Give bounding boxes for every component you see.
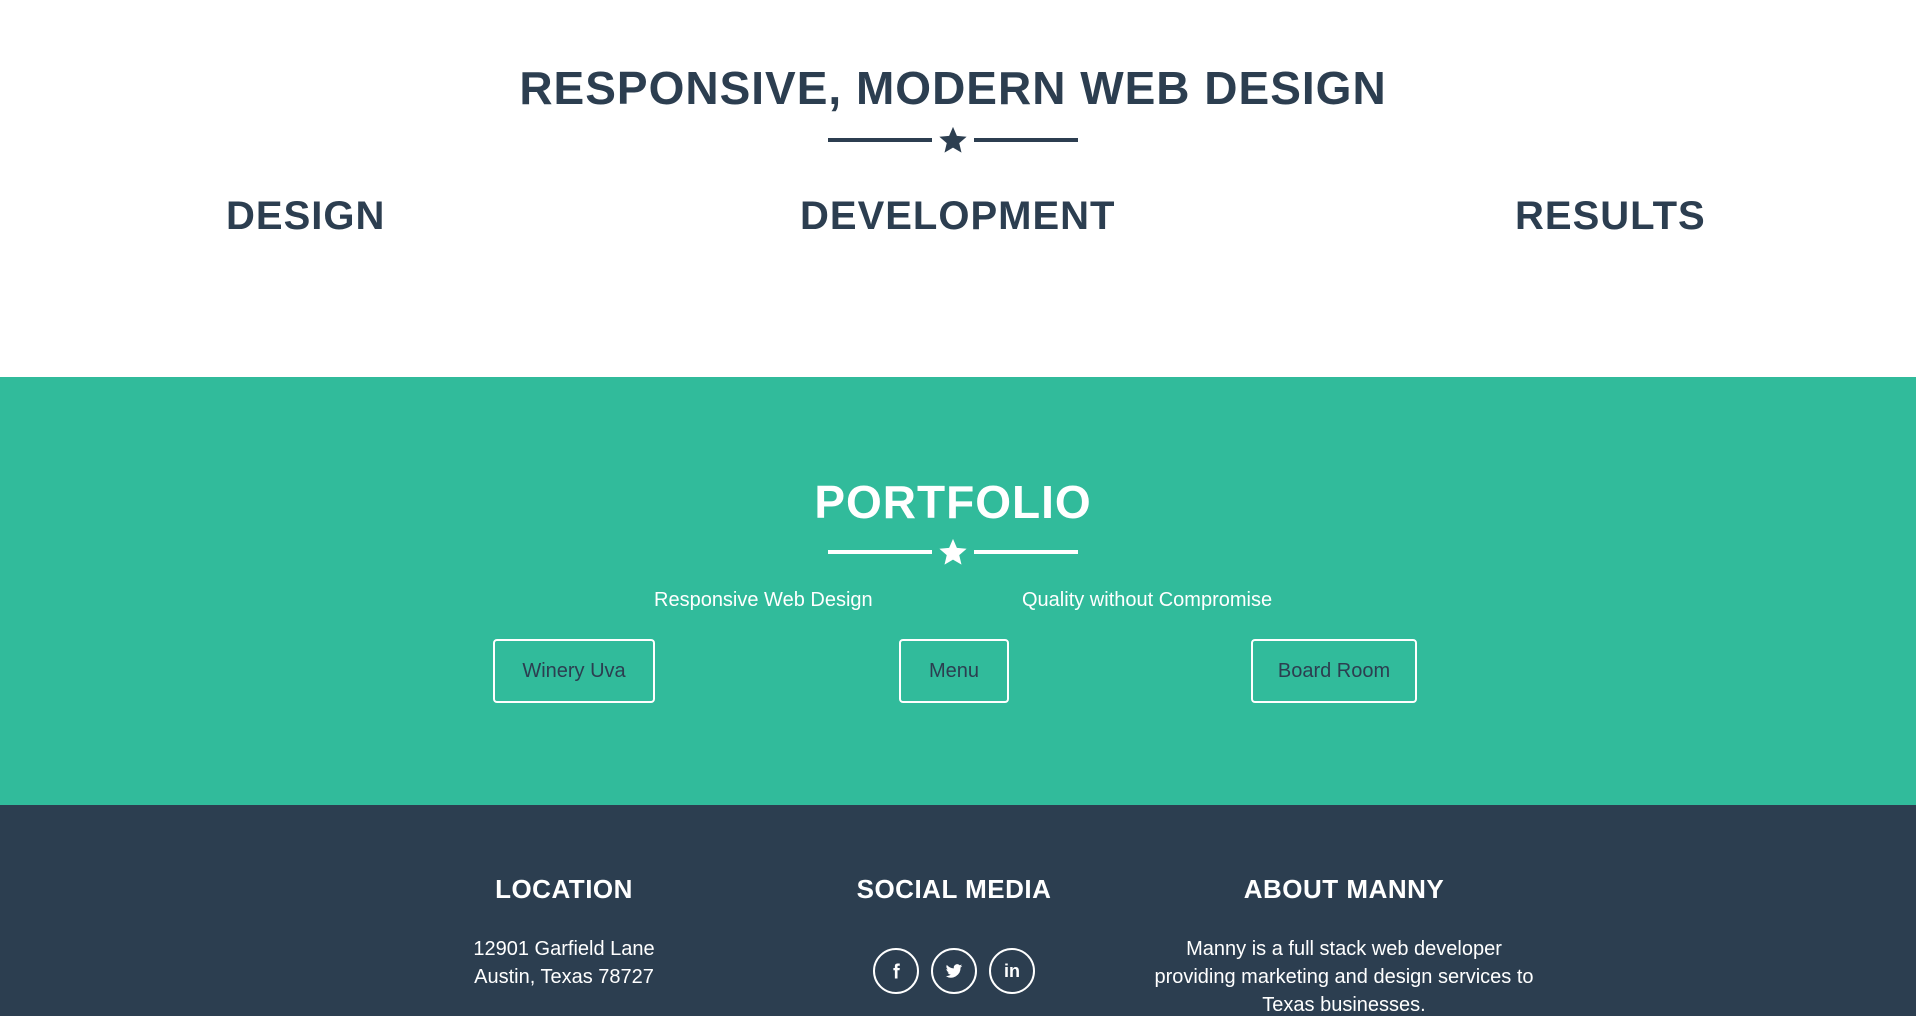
results-heading: RESULTS	[1515, 194, 1706, 238]
about-manny-text: Manny is a full stack web developer prov…	[1154, 938, 1534, 1016]
twitter-link[interactable]	[931, 948, 977, 994]
star-divider	[0, 125, 1906, 155]
divider-line	[974, 550, 1078, 554]
twitter-icon	[945, 964, 963, 978]
address-line-2: Austin, Texas 78727	[474, 966, 654, 988]
divider-line	[828, 138, 932, 142]
about-title: RESPONSIVE, MODERN WEB DESIGN	[519, 62, 1387, 114]
winery-uva-button[interactable]: Winery Uva	[493, 639, 655, 703]
tagline-responsive: Responsive Web Design	[654, 589, 873, 611]
facebook-link[interactable]	[873, 948, 919, 994]
star-divider	[0, 537, 1906, 567]
tagline-quality: Quality without Compromise	[1022, 589, 1273, 611]
about-manny-heading: ABOUT MANNY	[1243, 874, 1445, 904]
linkedin-link[interactable]: in	[989, 948, 1035, 994]
divider-line	[828, 550, 932, 554]
address-line-1: 12901 Garfield Lane	[473, 938, 655, 960]
star-icon	[939, 538, 967, 565]
divider-line	[974, 138, 1078, 142]
linkedin-icon: in	[1004, 960, 1020, 981]
development-heading: DEVELOPMENT	[800, 194, 1116, 238]
social-media-heading: SOCIAL MEDIA	[856, 874, 1052, 904]
about-section: RESPONSIVE, MODERN WEB DESIGN DESIGN DEV…	[0, 0, 1916, 377]
footer: LOCATION 12901 Garfield Lane Austin, Tex…	[0, 805, 1916, 1016]
design-heading: DESIGN	[226, 194, 386, 238]
menu-button[interactable]: Menu	[899, 639, 1009, 703]
facebook-icon	[893, 963, 900, 979]
portfolio-title: PORTFOLIO	[814, 476, 1092, 528]
address: 12901 Garfield Lane Austin, Texas 78727	[364, 935, 764, 991]
board-room-button[interactable]: Board Room	[1251, 639, 1417, 703]
location-heading: LOCATION	[495, 874, 633, 904]
star-icon	[939, 126, 967, 153]
social-links: in	[754, 948, 1154, 998]
portfolio-section: PORTFOLIO Responsive Web Design Quality …	[0, 377, 1916, 805]
